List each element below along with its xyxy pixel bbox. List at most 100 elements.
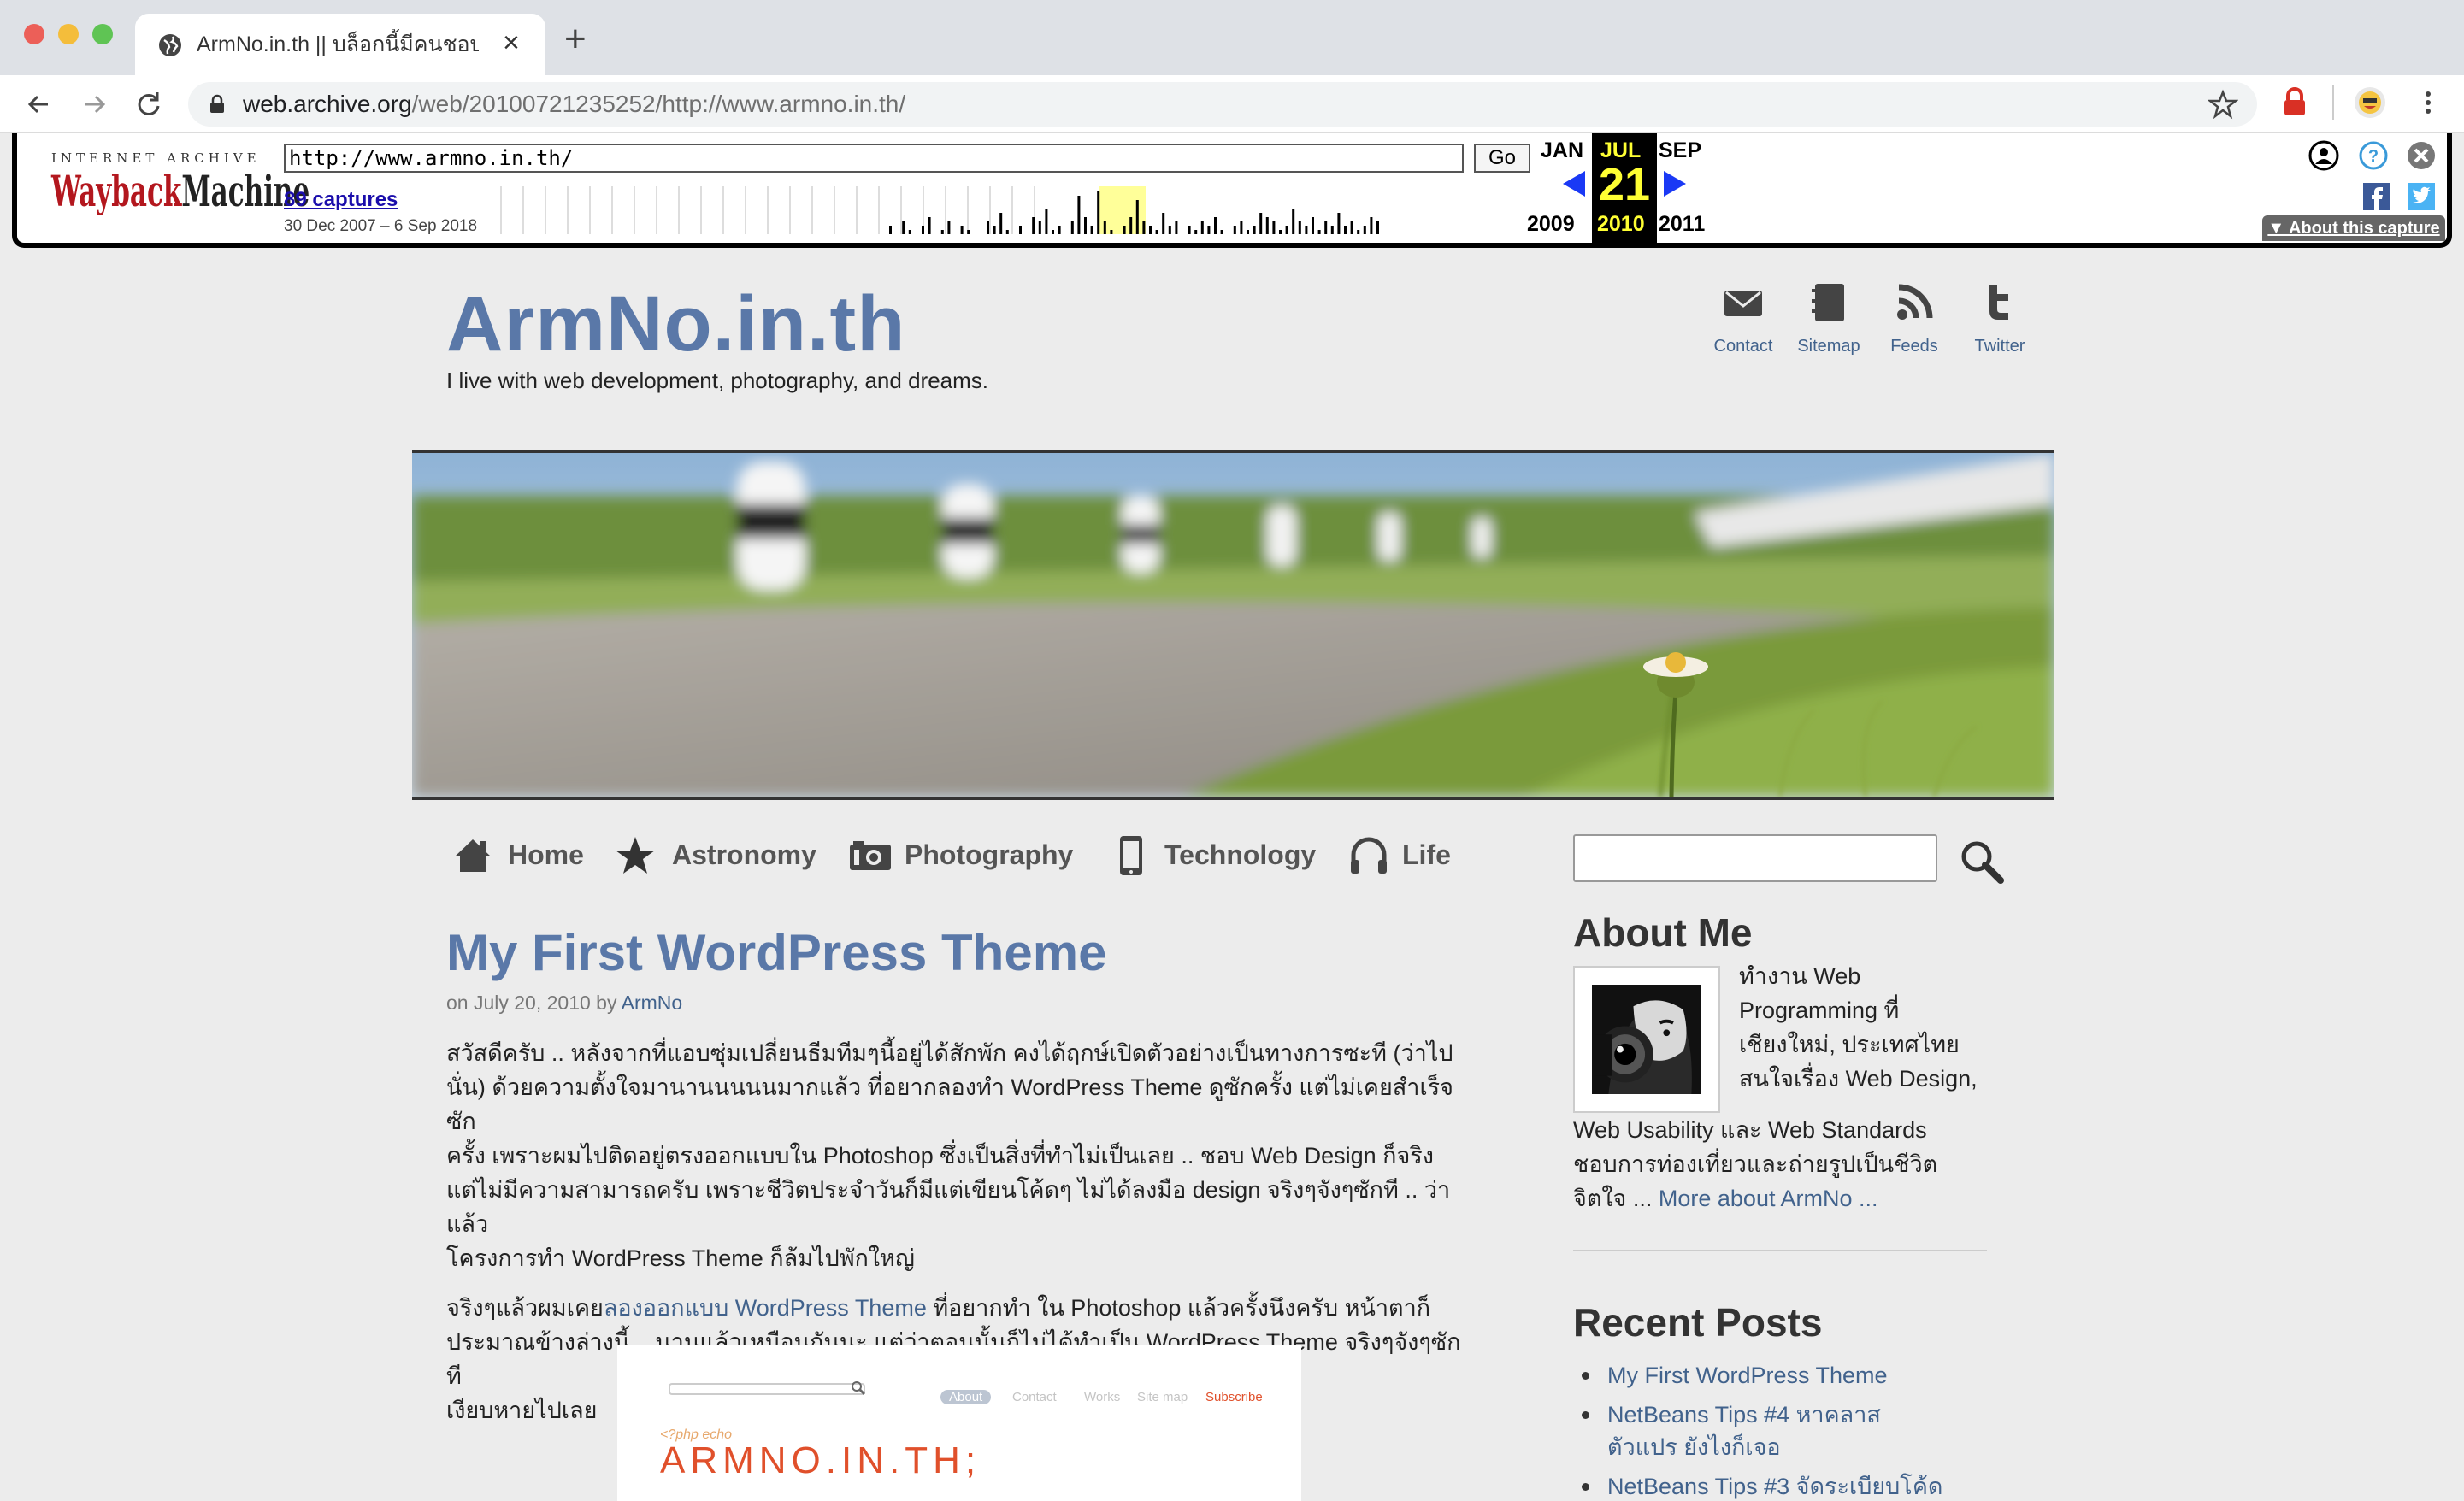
spark-capture-bar[interactable] [1070,221,1074,234]
spark-capture-bar[interactable] [947,221,951,234]
spark-capture-bar[interactable] [1142,221,1146,234]
extension-lock-icon[interactable] [2278,85,2312,120]
spark-capture-bar[interactable] [1188,226,1191,234]
spark-capture-bar[interactable] [908,230,911,234]
spark-capture-bar[interactable] [1220,230,1223,234]
wayback-url-input[interactable]: http://www.armno.in.th/ [284,144,1464,173]
spark-capture-bar[interactable] [1285,226,1288,234]
spark-capture-bar[interactable] [1005,230,1009,234]
spark-capture-bar[interactable] [1292,209,1295,234]
recent-post-link[interactable]: My First WordPress Theme [1573,1359,2018,1392]
wayback-captures-link[interactable]: 89 captures [284,188,398,212]
wayback-sparkline[interactable] [496,186,1488,234]
post-author-link[interactable]: ArmNo [622,992,683,1014]
spark-capture-bar[interactable] [1317,230,1321,234]
spark-capture-bar[interactable] [1324,221,1328,234]
back-arrow-icon[interactable] [22,87,56,121]
spark-capture-bar[interactable] [1272,221,1276,234]
spark-capture-bar[interactable] [1168,226,1171,234]
close-icon[interactable] [2406,140,2437,171]
spark-capture-bar[interactable] [1052,230,1054,234]
spark-capture-bar[interactable] [999,213,1003,234]
wayback-prev-month[interactable]: JAN [1541,138,1583,163]
spark-capture-bar[interactable] [1162,213,1165,234]
spark-capture-bar[interactable] [1312,217,1314,234]
spark-capture-bar[interactable] [1247,230,1249,234]
spark-capture-bar[interactable] [967,230,970,234]
top-link-sitemap[interactable]: Sitemap [1782,282,1876,356]
help-icon[interactable]: ? [2358,140,2389,171]
spark-capture-bar[interactable] [1200,221,1204,234]
spark-capture-bar[interactable] [1045,209,1048,234]
wayback-next-capture-arrow[interactable] [1664,171,1686,197]
spark-capture-bar[interactable] [1175,221,1178,234]
new-tab-button[interactable]: + [564,21,587,58]
spark-capture-bar[interactable] [1344,226,1347,234]
spark-capture-bar[interactable] [1253,226,1256,234]
top-link-feeds[interactable]: Feeds [1867,282,1961,356]
wayback-go-button[interactable]: Go [1474,144,1530,173]
spark-capture-bar[interactable] [922,226,924,234]
wayback-logo[interactable]: WaybackMachine [51,166,309,217]
spark-capture-bar[interactable] [1265,217,1269,234]
spark-capture-bar[interactable] [1305,226,1308,234]
recent-post-link[interactable]: NetBeans Tips #3 จัดระเบียบโค้ด [1573,1470,2018,1501]
spark-capture-bar[interactable] [1370,217,1373,234]
browser-tab[interactable]: ArmNo.in.th || บล็อกนี้มีคนชอบดู × [135,14,545,75]
spark-capture-bar[interactable] [1214,217,1217,234]
spark-capture-bar[interactable] [1129,217,1133,234]
wayback-next-month[interactable]: SEP [1659,138,1701,163]
spark-capture-bar[interactable] [902,221,905,234]
wayback-prev-capture-arrow[interactable] [1563,171,1585,197]
tab-close-icon[interactable]: × [503,27,520,58]
spark-capture-bar[interactable] [1207,226,1211,234]
forward-arrow-icon[interactable] [77,87,111,121]
menu-kebab-icon[interactable] [2411,85,2445,120]
profile-avatar-icon[interactable] [2353,85,2387,120]
facebook-icon[interactable] [2363,183,2390,210]
window-maximize-button[interactable] [92,24,113,44]
spark-capture-bar[interactable] [1149,226,1152,234]
spark-capture-bar[interactable] [889,226,892,234]
twitter-share-icon[interactable] [2408,183,2435,210]
spark-capture-bar[interactable] [1194,230,1198,234]
spark-capture-bar[interactable] [928,217,931,234]
spark-capture-bar[interactable] [1090,226,1093,234]
window-minimize-button[interactable] [58,24,79,44]
spark-capture-bar[interactable] [960,226,964,234]
spark-capture-bar[interactable] [1123,226,1126,234]
spark-capture-bar[interactable] [1279,230,1282,234]
spark-capture-bar[interactable] [1298,221,1301,234]
more-about-link[interactable]: More about ArmNo ... [1659,1186,1878,1211]
reload-icon[interactable] [132,87,166,121]
top-link-twitter[interactable]: Twitter [1953,282,2047,356]
about-this-capture-link[interactable]: ▼ About this capture [2262,215,2445,241]
search-icon[interactable] [1958,838,2006,886]
spark-capture-bar[interactable] [1155,230,1158,234]
wayback-prev-year[interactable]: 2009 [1527,212,1575,237]
design-link[interactable]: ลองออกแบบ WordPress Theme [604,1295,927,1321]
spark-capture-bar[interactable] [987,221,989,234]
top-link-contact[interactable]: Contact [1696,282,1790,356]
spark-capture-bar[interactable] [1019,226,1022,234]
user-account-icon[interactable] [2308,140,2339,171]
recent-post-link[interactable]: NetBeans Tips #4 หาคลาส ตัวแปร ยังไงก็เจ… [1573,1398,1881,1463]
window-close-button[interactable] [24,24,44,44]
spark-capture-bar[interactable] [1084,217,1087,234]
address-bar[interactable]: web.archive.org/web/20100721235252/http:… [188,82,2257,127]
search-input[interactable] [1573,834,1937,882]
spark-capture-bar[interactable] [1032,217,1035,234]
spark-capture-bar[interactable] [1363,226,1366,234]
spark-capture-bar[interactable] [1240,221,1243,234]
site-title[interactable]: ArmNo.in.th [446,277,905,371]
spark-capture-bar[interactable] [1330,226,1334,234]
spark-capture-bar[interactable] [1097,191,1100,234]
author-avatar[interactable] [1573,966,1720,1113]
post-title[interactable]: My First WordPress Theme [446,920,1106,986]
spark-capture-bar[interactable] [1233,226,1236,234]
spark-capture-bar[interactable] [1058,226,1061,234]
spark-capture-bar[interactable] [1357,230,1360,234]
spark-capture-bar[interactable] [1135,200,1139,234]
spark-capture-bar[interactable] [1337,213,1341,234]
spark-capture-bar[interactable] [1259,213,1263,234]
